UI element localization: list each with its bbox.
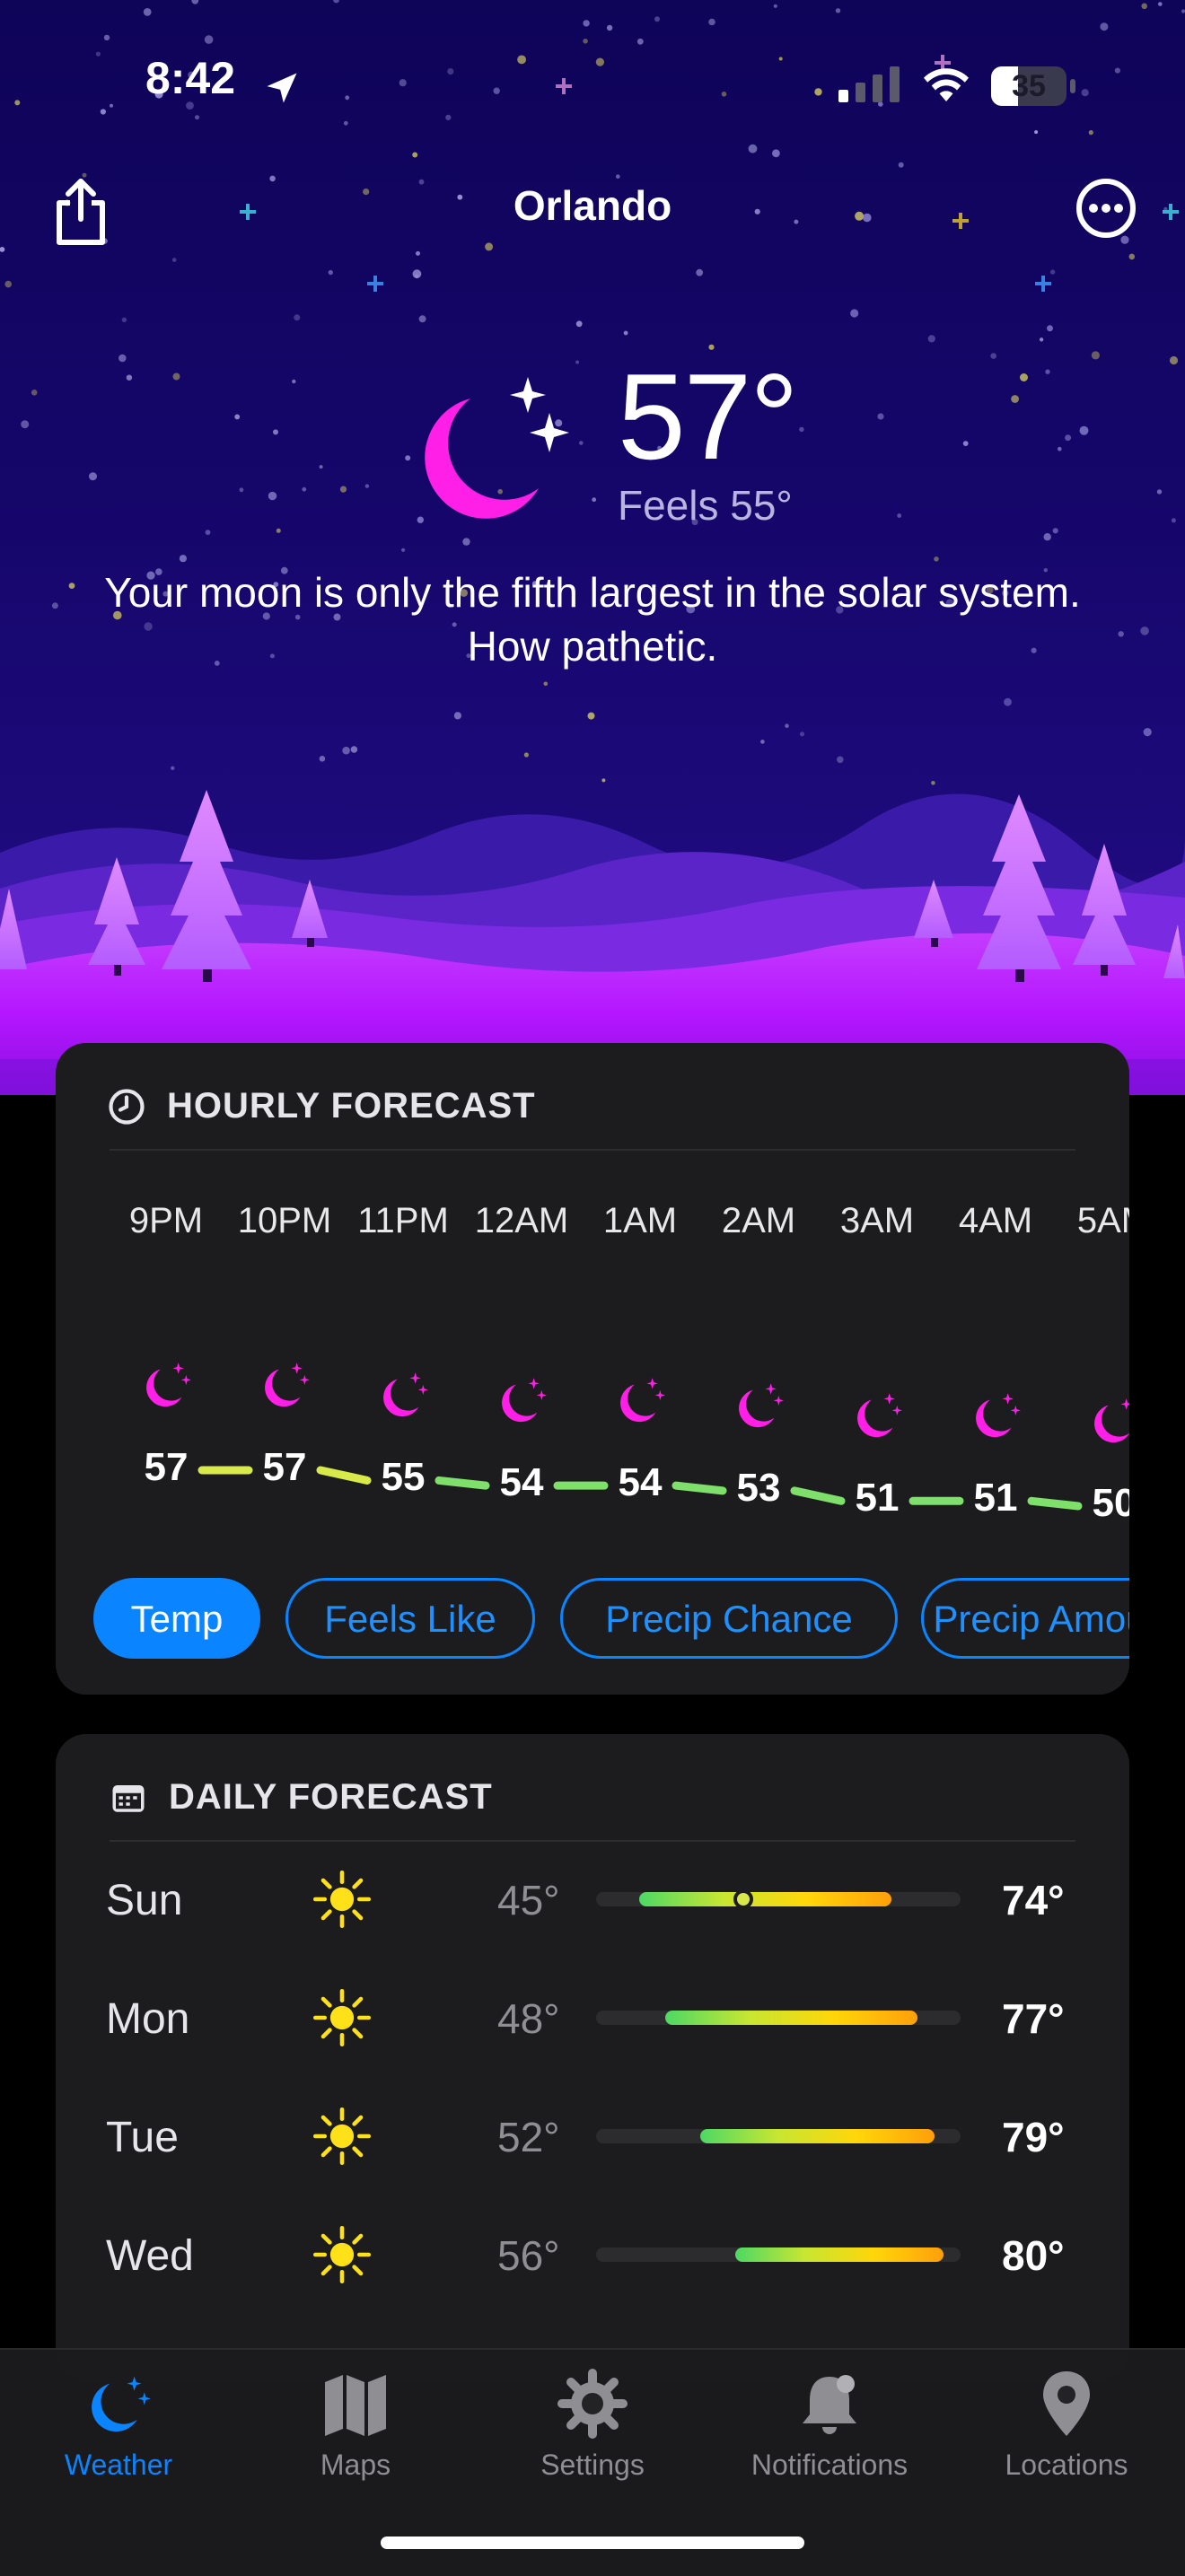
temp-range-bar xyxy=(596,2011,961,2025)
tab-notifications-label: Notifications xyxy=(750,2449,908,2481)
temp-range-fill xyxy=(665,2011,917,2025)
tab-locations[interactable]: Locations xyxy=(948,2350,1185,2529)
daily-row[interactable] xyxy=(56,1854,1129,1953)
wifi-icon xyxy=(924,68,969,101)
tab-weather-label: Weather xyxy=(64,2449,173,2481)
hourly-scroll[interactable]: 9PM 57 10PM 57 11PM 55 12AM 54 1AM 54 2AM 53 3AM 51 4A… xyxy=(56,1043,1129,1695)
high-temp: 77° xyxy=(1002,1995,1065,2042)
pill-temp[interactable]: Temp xyxy=(93,1578,260,1659)
battery-indicator: 35 xyxy=(991,66,1066,106)
low-temp: 45° xyxy=(497,1877,560,1923)
day-name: Wed xyxy=(106,2232,194,2280)
tab-settings[interactable]: Settings xyxy=(474,2350,711,2529)
day-name: Tue xyxy=(106,2114,179,2161)
daily-title: DAILY FORECAST xyxy=(169,1777,493,1817)
sun-icon xyxy=(312,1870,372,1929)
high-temp: 74° xyxy=(1002,1877,1065,1923)
bell-icon xyxy=(803,2375,856,2434)
temp-range-bar xyxy=(596,2129,961,2143)
sun-icon xyxy=(312,1988,372,2047)
low-temp: 48° xyxy=(497,1995,560,2042)
status-time: 8:42 xyxy=(145,53,236,103)
tab-weather[interactable]: Weather xyxy=(0,2350,237,2529)
home-indicator xyxy=(381,2537,804,2549)
hero-scene: 8:42 35 Orlando 57° Feels 55° Your moon … xyxy=(0,0,1185,1095)
temp-line-segment xyxy=(1027,1496,1083,1511)
feels-like: Feels 55° xyxy=(618,482,793,529)
city-title: Orlando xyxy=(513,182,672,229)
high-temp: 80° xyxy=(1002,2232,1065,2279)
pill-precip-chance[interactable]: Precip Chance xyxy=(560,1578,898,1659)
low-temp: 56° xyxy=(497,2232,560,2279)
daily-row[interactable] xyxy=(56,1973,1129,2072)
temp-line-segment xyxy=(672,1481,727,1495)
gear-icon xyxy=(557,2369,628,2439)
current-temperature: 57° xyxy=(618,348,799,485)
temp-range-fill xyxy=(700,2129,935,2143)
crescent-moon-stars-icon xyxy=(425,377,569,519)
battery-cap xyxy=(1070,79,1075,93)
location-pin-icon xyxy=(1043,2371,1090,2436)
temp-range-fill xyxy=(734,2247,944,2262)
calendar-icon xyxy=(112,1785,145,1812)
day-name: Sun xyxy=(106,1877,183,1924)
daily-divider xyxy=(110,1840,1075,1842)
moon-stars-icon xyxy=(92,2376,151,2432)
pill-precip-amount[interactable]: Precip Amount xyxy=(921,1578,1129,1659)
weather-quote: Your moon is only the fifth largest in t… xyxy=(104,569,1081,670)
sun-icon xyxy=(312,2107,372,2166)
daily-row[interactable] xyxy=(56,2210,1129,2309)
temp-line-segment xyxy=(434,1476,490,1490)
map-icon xyxy=(325,2375,386,2436)
temp-range-fill xyxy=(639,1892,891,1906)
tab-locations-label: Locations xyxy=(1005,2449,1128,2481)
high-temp: 79° xyxy=(1002,2114,1065,2160)
temp-range-bar xyxy=(596,1889,961,1909)
more-options-button[interactable] xyxy=(1075,178,1137,239)
pill-feels-like[interactable]: Feels Like xyxy=(285,1578,535,1659)
temp-line-segment xyxy=(790,1486,846,1505)
temp-range-bar xyxy=(596,2247,961,2262)
location-arrow-icon xyxy=(267,73,297,103)
sun-icon xyxy=(312,2225,372,2284)
tab-maps[interactable]: Maps xyxy=(237,2350,474,2529)
tab-notifications[interactable]: Notifications xyxy=(711,2350,948,2529)
tab-settings-label: Settings xyxy=(540,2449,645,2481)
battery-level: 35 xyxy=(1012,69,1046,103)
tab-maps-label: Maps xyxy=(320,2449,391,2481)
cellular-signal-icon xyxy=(838,66,900,102)
daily-row[interactable] xyxy=(56,2091,1129,2190)
low-temp: 52° xyxy=(497,2114,560,2160)
day-name: Mon xyxy=(106,1995,190,2043)
temp-line-segment xyxy=(316,1466,372,1485)
